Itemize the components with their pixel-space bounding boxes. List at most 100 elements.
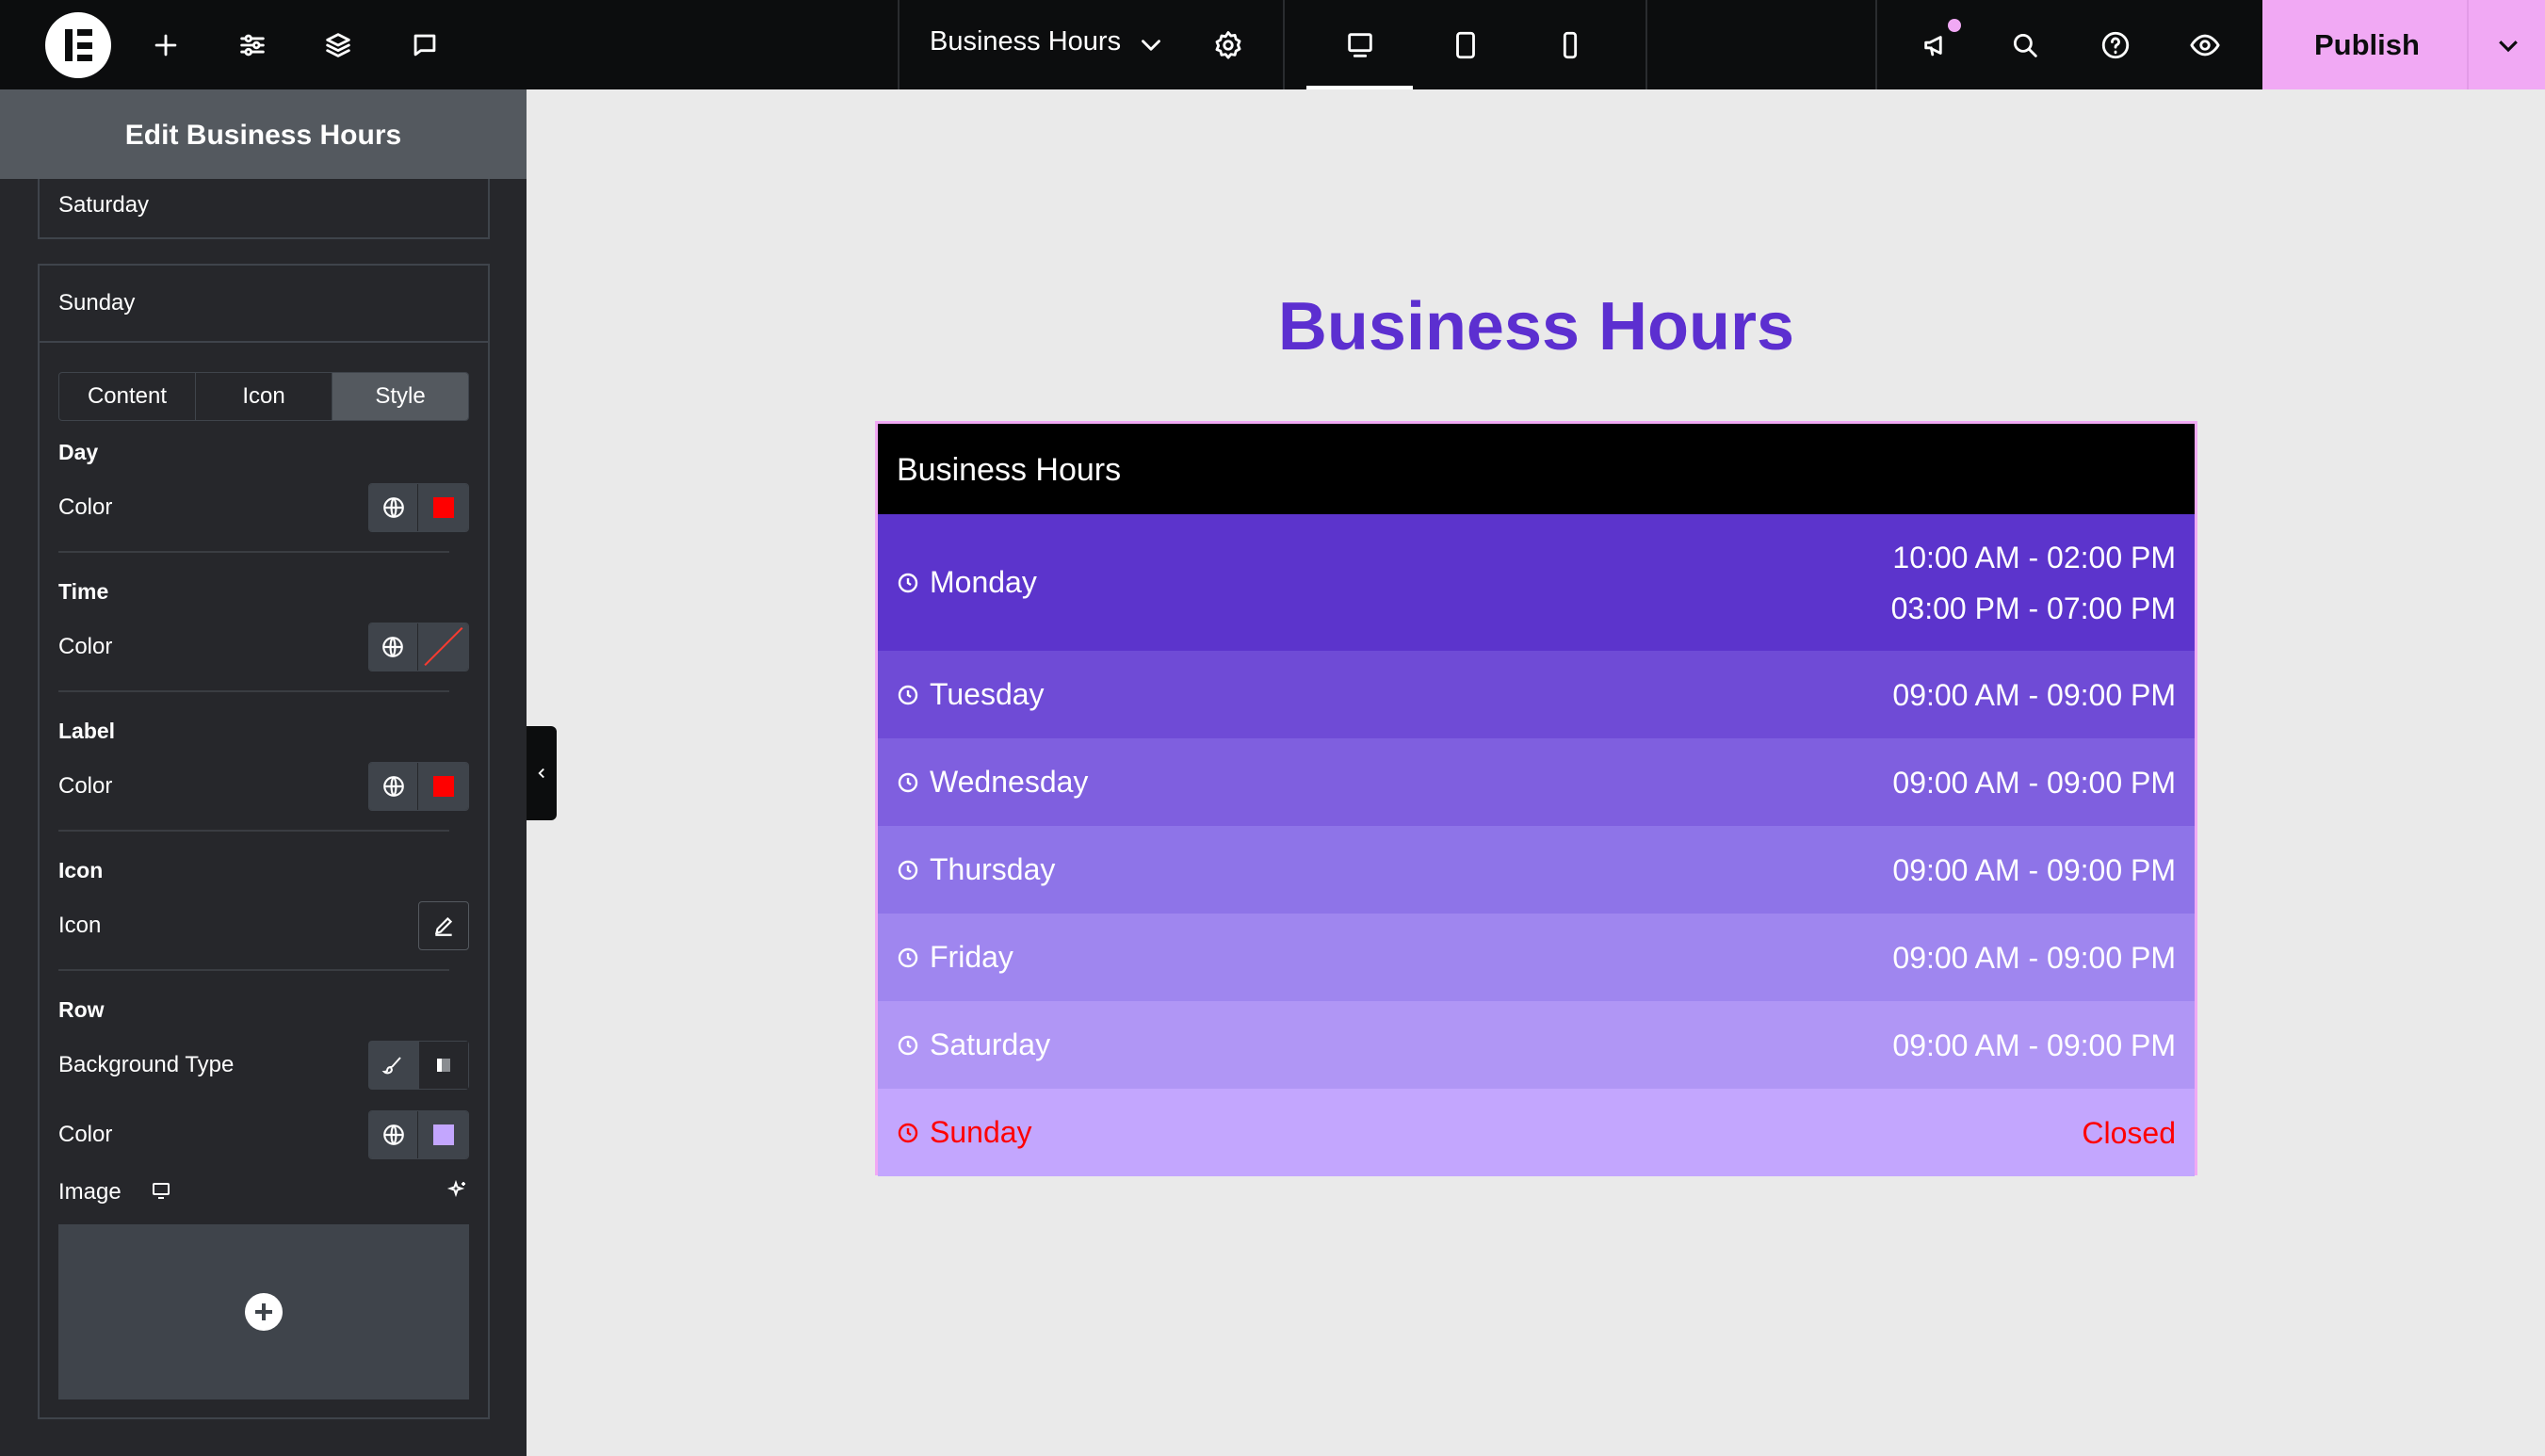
- clock-icon: [897, 771, 919, 794]
- divider: [58, 690, 449, 692]
- background-type-choices: [368, 1041, 469, 1090]
- divider: [1875, 0, 1877, 89]
- divider: [58, 969, 449, 971]
- image-label: Image: [58, 1179, 122, 1205]
- business-hours-time-range: 10:00 AM - 02:00 PM: [1892, 540, 2176, 574]
- tab-content[interactable]: Content: [59, 373, 196, 420]
- site-settings-icon[interactable]: [228, 21, 277, 70]
- day-color-label: Color: [58, 494, 113, 520]
- business-hours-time-range: 09:00 AM - 09:00 PM: [1892, 1027, 2176, 1062]
- clock-icon: [897, 946, 919, 969]
- icon-control-label: Icon: [58, 913, 102, 938]
- time-color-empty-swatch[interactable]: [417, 623, 468, 671]
- business-hours-row: Monday 10:00 AM - 02:00 PM 03:00 PM - 07:0…: [878, 514, 2195, 651]
- divider: [2467, 0, 2469, 89]
- icon-edit-pencil-icon[interactable]: [418, 901, 469, 950]
- preview-eye-icon[interactable]: [2180, 21, 2229, 70]
- time-color-label: Color: [58, 634, 113, 659]
- global-colors-globe-icon[interactable]: [369, 763, 418, 810]
- repeater-item-label[interactable]: Sunday: [58, 290, 135, 316]
- mobile-view-icon[interactable]: [1546, 21, 1595, 70]
- clock-icon: [897, 859, 919, 882]
- structure-layers-icon[interactable]: [314, 21, 363, 70]
- section-heading-icon: Icon: [58, 858, 104, 882]
- business-hours-time: 09:00 AM - 09:00 PM: [1892, 932, 2176, 983]
- tab-style[interactable]: Style: [332, 373, 468, 420]
- business-hours-row: Sunday Closed: [878, 1089, 2195, 1176]
- publish-options-chevron-down-icon[interactable]: [2486, 23, 2531, 68]
- business-hours-time-range: 09:00 AM - 09:00 PM: [1892, 677, 2176, 712]
- image-upload-area[interactable]: [58, 1224, 469, 1399]
- publish-button[interactable]: Publish: [2314, 28, 2420, 62]
- document-chevron-down-icon[interactable]: [1127, 21, 1175, 70]
- global-colors-globe-icon[interactable]: [369, 484, 418, 531]
- elementor-logo-icon[interactable]: [45, 12, 111, 78]
- ai-sparkle-icon[interactable]: [445, 1177, 471, 1204]
- clock-icon: [897, 1034, 919, 1057]
- add-image-plus-icon[interactable]: [245, 1293, 283, 1331]
- business-hours-time: Closed: [2082, 1108, 2176, 1158]
- page-heading: Business Hours: [1277, 289, 1795, 364]
- document-title[interactable]: Business Hours: [930, 26, 1121, 57]
- tablet-view-icon[interactable]: [1441, 21, 1490, 70]
- chevron-left-icon: [538, 768, 544, 779]
- color-swatch: [432, 497, 454, 518]
- background-gradient-icon[interactable]: [417, 1041, 469, 1090]
- divider: [898, 0, 900, 89]
- day-color-control: [368, 483, 469, 532]
- business-hours-day: Tuesday: [930, 676, 1045, 711]
- label-color-control: [368, 762, 469, 811]
- business-hours-time-range: 09:00 AM - 09:00 PM: [1892, 765, 2176, 800]
- collapse-panel-handle[interactable]: [527, 726, 557, 820]
- business-hours-time-range: 03:00 PM - 07:00 PM: [1890, 590, 2176, 625]
- time-color-control: [368, 623, 469, 671]
- publish-button-group: Publish: [2262, 0, 2545, 89]
- row-color-label: Color: [58, 1122, 113, 1147]
- notification-dot: [1948, 19, 1961, 32]
- business-hours-day: Thursday: [930, 851, 1056, 886]
- business-hours-time: 09:00 AM - 09:00 PM: [1892, 845, 2176, 896]
- row-color-control: [368, 1110, 469, 1159]
- section-heading-row: Row: [58, 997, 105, 1022]
- business-hours-header-title: Business Hours: [897, 452, 1122, 488]
- global-colors-globe-icon[interactable]: [369, 1111, 418, 1158]
- business-hours-time: 09:00 AM - 09:00 PM: [1892, 670, 2176, 720]
- divider: [40, 341, 488, 343]
- business-hours-day: Sunday: [930, 1114, 1032, 1149]
- row-color-swatch[interactable]: [418, 1111, 468, 1158]
- search-icon[interactable]: [2001, 21, 2050, 70]
- section-heading-day: Day: [58, 440, 99, 464]
- business-hours-widget[interactable]: Business Hours Monday 10:00 AM - 02:00 PM…: [875, 421, 2197, 1176]
- business-hours-time: 09:00 AM - 09:00 PM: [1892, 1020, 2176, 1071]
- page-settings-gear-icon[interactable]: [1204, 21, 1253, 70]
- comments-icon[interactable]: [400, 21, 449, 70]
- day-color-swatch[interactable]: [418, 484, 468, 531]
- business-hours-day: Friday: [930, 939, 1013, 974]
- clock-icon: [897, 1122, 919, 1144]
- top-bar: Business Hours Publish: [0, 0, 2545, 89]
- panel-header: Edit Business Hours: [0, 89, 527, 179]
- business-hours-time-range: Closed: [2082, 1115, 2176, 1150]
- document-title-label: Business Hours: [930, 26, 1122, 57]
- panel-title: Edit Business Hours: [124, 120, 402, 151]
- business-hours-row: Wednesday 09:00 AM - 09:00 PM: [878, 738, 2195, 826]
- business-hours-row: Saturday 09:00 AM - 09:00 PM: [878, 1001, 2195, 1089]
- repeater-item-saturday[interactable]: Saturday: [38, 179, 490, 239]
- help-icon[interactable]: [2091, 21, 2140, 70]
- label-color-swatch[interactable]: [418, 763, 468, 810]
- tab-icon[interactable]: Icon: [196, 373, 332, 420]
- add-element-icon[interactable]: [141, 21, 190, 70]
- business-hours-row: Friday 09:00 AM - 09:00 PM: [878, 914, 2195, 1001]
- label-color-label: Color: [58, 773, 113, 799]
- background-classic-brush-icon[interactable]: [368, 1041, 418, 1090]
- business-hours-row: Tuesday 09:00 AM - 09:00 PM: [878, 651, 2195, 738]
- business-hours-time: 10:00 AM - 02:00 PM 03:00 PM - 07:00 PM: [1891, 532, 2176, 634]
- desktop-view-icon[interactable]: [1336, 21, 1385, 70]
- clock-icon: [897, 684, 919, 706]
- business-hours-day: Wednesday: [930, 764, 1089, 799]
- responsive-desktop-icon[interactable]: [148, 1177, 174, 1204]
- clock-icon: [897, 572, 919, 594]
- global-colors-globe-icon[interactable]: [369, 623, 418, 671]
- repeater-item-label: Saturday: [58, 192, 150, 218]
- color-swatch: [432, 776, 454, 797]
